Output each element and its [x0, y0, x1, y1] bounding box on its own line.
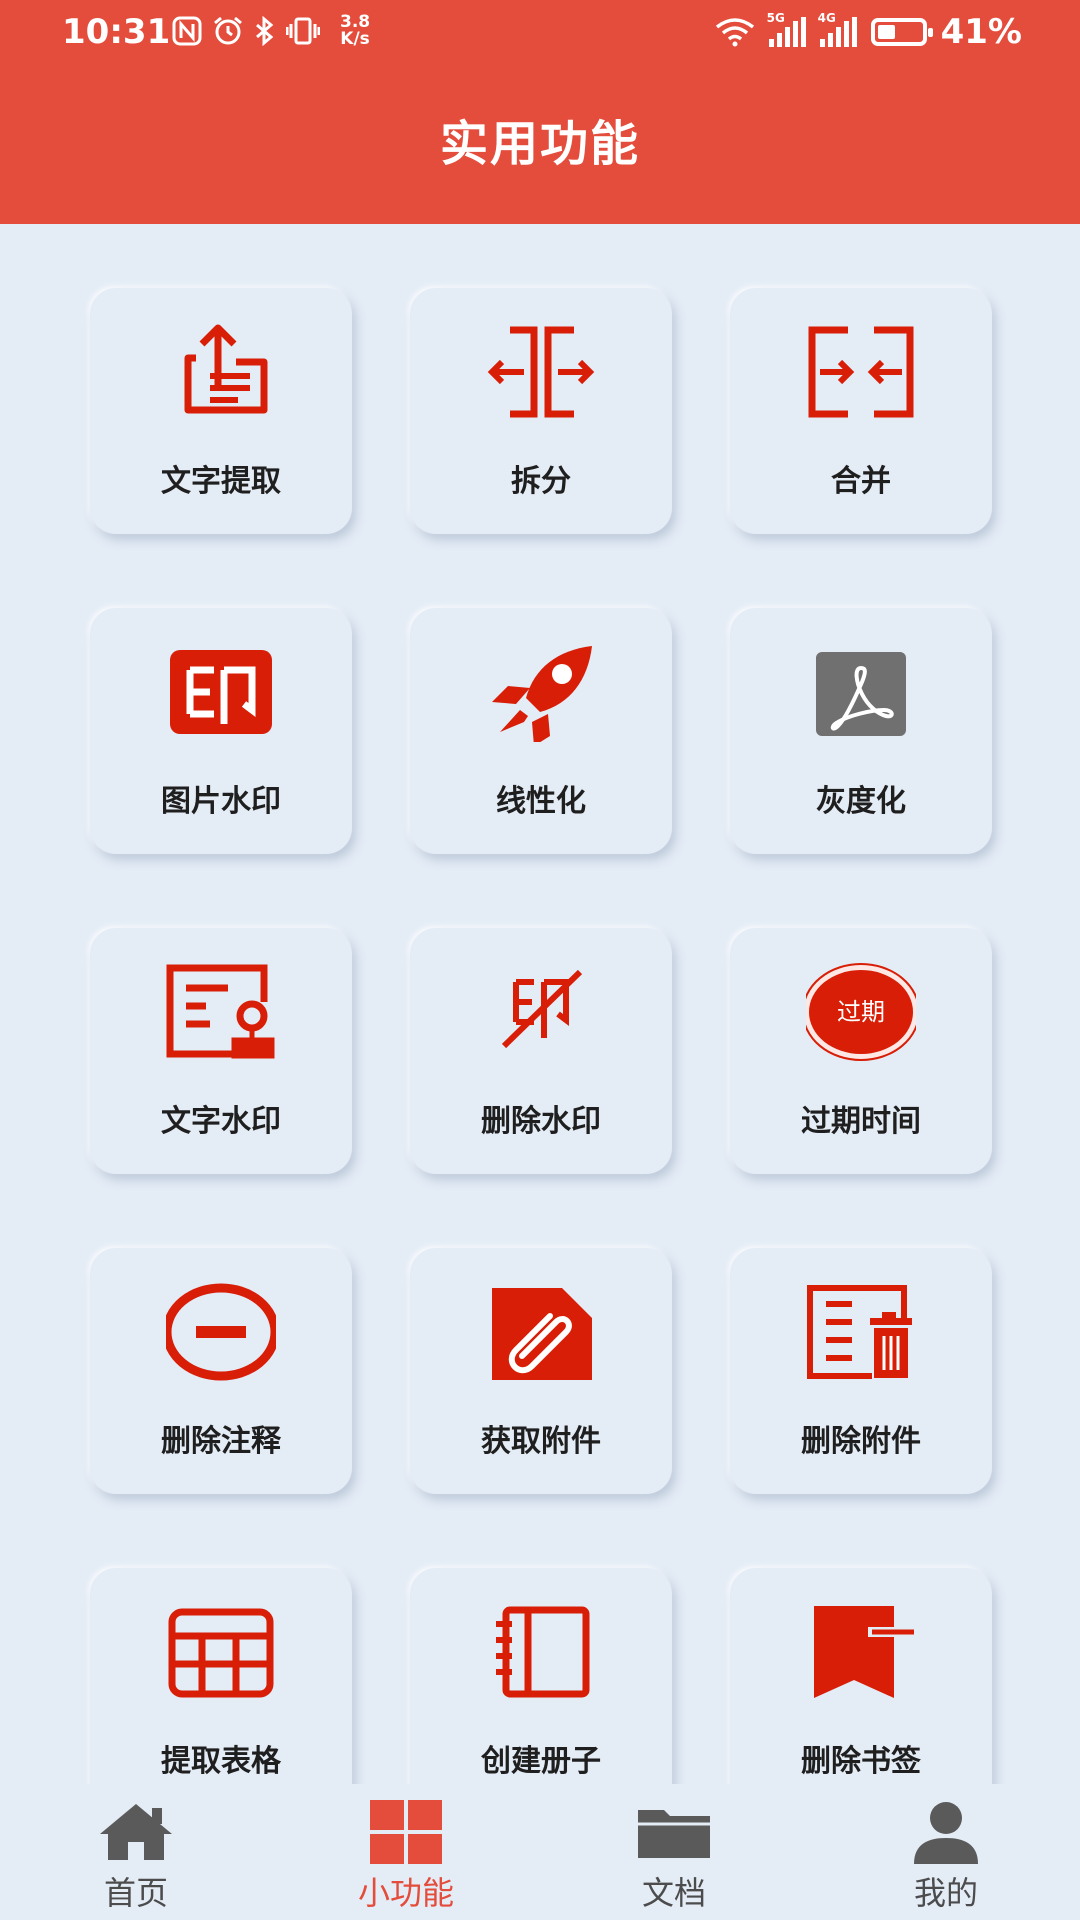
booklet-icon: [496, 1606, 590, 1698]
tool-merge[interactable]: 合并: [730, 288, 992, 534]
user-icon: [914, 1802, 978, 1864]
tool-label: 拆分: [511, 464, 571, 499]
tool-label: 创建册子: [481, 1744, 601, 1779]
nfc-icon: [172, 16, 202, 46]
tab-label: 首页: [103, 1874, 168, 1912]
tool-label: 删除书签: [801, 1744, 921, 1779]
tool-remove-watermark[interactable]: 删除水印: [410, 928, 672, 1174]
tool-text-extract[interactable]: 文字提取: [90, 288, 352, 534]
tool-label: 提取表格: [161, 1744, 281, 1779]
app-header: 10:31 3.8 K/s 5G 4G 41% 实用功能: [0, 0, 1080, 224]
wifi-icon: [715, 18, 754, 47]
signal-sim1-icon: 5G: [767, 11, 806, 47]
tool-delete-attachment[interactable]: 删除附件: [730, 1248, 992, 1494]
bottom-tab-bar: 首页 小功能 文档 我的: [0, 1784, 1080, 1920]
remove-bookmark-icon: [814, 1606, 916, 1698]
page-title: 实用功能: [439, 116, 640, 172]
grid-icon: [370, 1800, 442, 1864]
tool-label: 文字水印: [161, 1104, 281, 1139]
expiry-icon-text: 过期: [837, 998, 885, 1026]
tool-label: 删除水印: [481, 1104, 601, 1139]
tool-label: 获取附件: [481, 1424, 601, 1459]
tool-linearize[interactable]: 线性化: [410, 608, 672, 854]
tab-label: 小功能: [357, 1874, 454, 1912]
tool-remove-annotation[interactable]: 删除注释: [90, 1248, 352, 1494]
tool-grid: 文字提取 拆分 合并 图片水印 线性化 灰度化 文字水印 删除水印 过期 过期时…: [0, 224, 1080, 1784]
tool-label: 灰度化: [816, 784, 906, 819]
tool-split[interactable]: 拆分: [410, 288, 672, 534]
tool-label: 合并: [831, 464, 891, 499]
tool-create-booklet[interactable]: 创建册子: [410, 1568, 672, 1784]
tab-label: 我的: [913, 1874, 978, 1912]
tool-label: 图片水印: [161, 784, 281, 819]
tool-grayscale[interactable]: 灰度化: [730, 608, 992, 854]
tab-label: 文档: [641, 1874, 706, 1912]
status-system-icons: 3.8 K/s: [172, 14, 370, 48]
alarm-icon: [214, 16, 242, 45]
split-icon: [487, 326, 595, 418]
vibrate-icon: [286, 17, 320, 45]
expiry-icon: 过期: [806, 963, 916, 1061]
battery-fill: [877, 25, 895, 39]
tool-get-attachment[interactable]: 获取附件: [410, 1248, 672, 1494]
tool-label: 删除注释: [161, 1424, 281, 1459]
remove-annotation-icon: [166, 1283, 276, 1381]
tab-me[interactable]: 我的: [846, 1800, 1046, 1914]
grayscale-pdf-icon: [816, 652, 906, 736]
remove-watermark-icon: [501, 969, 583, 1049]
tool-text-watermark[interactable]: 文字水印: [90, 928, 352, 1174]
tab-documents[interactable]: 文档: [574, 1800, 774, 1914]
tool-expiry[interactable]: 过期 过期时间: [730, 928, 992, 1174]
tab-home[interactable]: 首页: [36, 1800, 236, 1914]
text-watermark-icon: [166, 964, 275, 1059]
rocket-icon: [492, 646, 592, 742]
tab-tools[interactable]: 小功能: [306, 1800, 506, 1914]
battery-icon: [870, 18, 933, 46]
status-right: 5G 4G 41%: [715, 11, 1022, 52]
tool-label: 线性化: [496, 784, 586, 819]
tool-label: 过期时间: [801, 1104, 921, 1139]
tool-remove-bookmark[interactable]: 删除书签: [730, 1568, 992, 1784]
battery-percent: 41%: [940, 12, 1022, 52]
tool-image-watermark[interactable]: 图片水印: [90, 608, 352, 854]
tool-label: 删除附件: [801, 1424, 921, 1459]
status-time: 10:31: [62, 12, 171, 52]
image-watermark-icon: [170, 650, 272, 734]
table-icon: [168, 1608, 274, 1698]
tool-label: 文字提取: [161, 464, 281, 499]
folder-icon: [638, 1810, 710, 1858]
attachment-icon: [492, 1288, 592, 1380]
home-icon: [100, 1804, 172, 1860]
merge-icon: [808, 326, 914, 418]
text-extract-icon: [184, 324, 268, 414]
net-speed: 3.8 K/s: [340, 12, 371, 49]
bluetooth-icon: [256, 16, 274, 46]
tool-extract-table[interactable]: 提取表格: [90, 1568, 352, 1784]
delete-attachment-icon: [807, 1285, 912, 1379]
status-bar: 10:31 3.8 K/s 5G 4G 41%: [0, 0, 1080, 68]
signal-sim2-icon: 4G: [818, 11, 857, 47]
